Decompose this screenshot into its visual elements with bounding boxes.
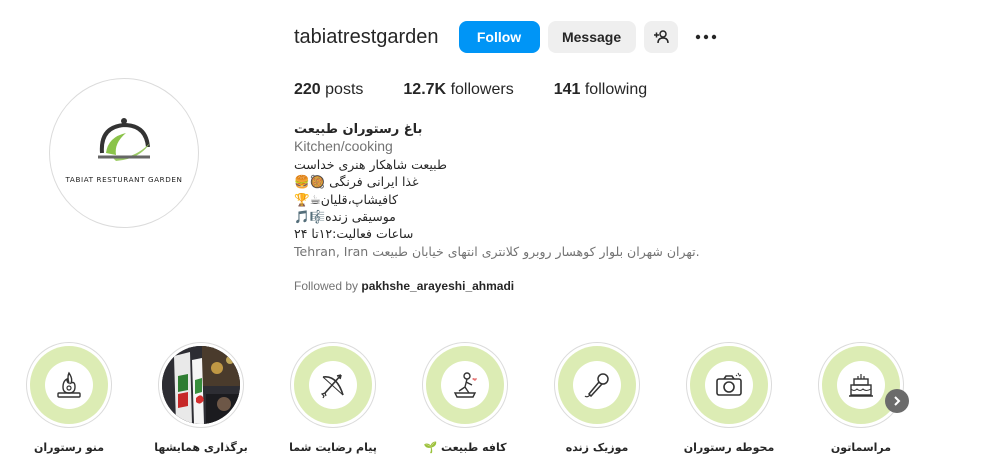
highlight-label: مراسماتون	[830, 441, 892, 454]
highlight-item[interactable]: پیام رضایت شما	[289, 342, 377, 454]
highlight-icon-bg	[837, 361, 885, 409]
highlight-icon-bg	[573, 361, 621, 409]
bio-line: ساعات فعالیت:۱۲تا ۲۴	[294, 226, 414, 242]
highlight-ring	[290, 342, 376, 428]
highlight-cover	[690, 346, 768, 424]
highlight-icon-bg	[441, 361, 489, 409]
highlight-item[interactable]: محوطه رستوران	[683, 342, 775, 454]
highlight-icon-bg	[309, 361, 357, 409]
bio-category: Kitchen/cooking	[294, 138, 393, 155]
profile-stats: 220 posts 12.7K followers 141 following	[294, 81, 687, 99]
camera-icon	[716, 372, 742, 396]
chevron-right-icon	[894, 396, 901, 406]
highlights-next-button[interactable]	[885, 389, 909, 413]
more-horizontal-icon	[695, 34, 716, 40]
bio-name: باغ رستوران طبیعت	[294, 122, 423, 137]
bio-line: غذا ایرانی فرنگی 🥘🍔	[294, 174, 419, 190]
story-highlights: منو رستوران برگذاری همایشها پیام رضایت ش…	[26, 342, 986, 472]
highlight-ring	[422, 342, 508, 428]
add-user-icon	[653, 30, 669, 44]
highlight-item[interactable]: کافه طبیعت 🌱	[422, 342, 508, 454]
cafe-person-icon	[453, 372, 477, 398]
event-photo-image	[162, 346, 240, 424]
highlight-ring	[158, 342, 244, 428]
highlight-cover	[294, 346, 372, 424]
menu-stove-icon	[57, 371, 81, 398]
highlight-cover	[426, 346, 504, 424]
highlight-ring	[686, 342, 772, 428]
highlight-icon-bg	[705, 361, 753, 409]
highlight-item[interactable]: منو رستوران	[26, 342, 112, 454]
more-options-button[interactable]	[690, 21, 722, 53]
bio-line: کافیشاپ،قلیان☕🏆	[294, 191, 398, 207]
highlight-item[interactable]: برگذاری همایشها	[154, 342, 248, 454]
highlight-ring	[818, 342, 904, 428]
username: tabiatrestgarden	[294, 25, 439, 48]
highlight-item[interactable]: موزیک زنده	[554, 342, 640, 454]
followed-by[interactable]: Followed by pakhshe_arayeshi_ahmadi	[294, 279, 514, 293]
highlight-label: برگذاری همایشها	[154, 441, 248, 454]
message-button[interactable]: Message	[547, 21, 636, 53]
avatar-inner: TABIAT RESTURANT GARDEN	[51, 80, 197, 226]
followed-by-prefix: Followed by	[294, 279, 359, 293]
highlight-cover	[30, 346, 108, 424]
bow-arrow-icon	[320, 374, 344, 399]
profile-header: tabiatrestgarden Follow Message	[294, 20, 722, 54]
bio-line: طبیعت شاهکار هنری خداست	[294, 156, 447, 172]
highlight-cover	[558, 346, 636, 424]
stat-posts: 220 posts	[294, 81, 364, 98]
restaurant-cloche-logo-icon	[98, 117, 150, 161]
bio-address[interactable]: Tehran, Iran تهران شهران بلوار کوهسار رو…	[294, 243, 714, 260]
avatar-brand-text: TABIAT RESTURANT GARDEN	[65, 174, 183, 184]
cake-icon	[849, 374, 873, 397]
stat-following[interactable]: 141 following	[554, 81, 647, 99]
highlight-ring	[554, 342, 640, 428]
highlight-cover	[822, 346, 900, 424]
highlight-label: کافه طبیعت 🌱	[423, 441, 507, 454]
highlight-label: پیام رضایت شما	[289, 441, 377, 454]
highlight-icon-bg	[45, 361, 93, 409]
profile-bio: باغ رستوران طبیعت Kitchen/cooking طبیعت …	[294, 121, 714, 260]
event-photo	[162, 346, 240, 424]
suggest-user-button[interactable]	[643, 21, 678, 53]
follow-button[interactable]: Follow	[458, 21, 540, 53]
highlight-label: منو رستوران	[33, 441, 105, 454]
microphone-icon	[584, 373, 609, 398]
bio-line: موسیقی زنده🎼🎵	[294, 209, 396, 225]
highlight-ring	[26, 342, 112, 428]
highlight-label: محوطه رستوران	[683, 441, 775, 454]
profile-avatar[interactable]: TABIAT RESTURANT GARDEN	[49, 78, 199, 228]
highlight-label: موزیک زنده	[565, 441, 629, 454]
stat-followers[interactable]: 12.7K followers	[403, 81, 513, 99]
followed-by-user[interactable]: pakhshe_arayeshi_ahmadi	[361, 279, 514, 293]
